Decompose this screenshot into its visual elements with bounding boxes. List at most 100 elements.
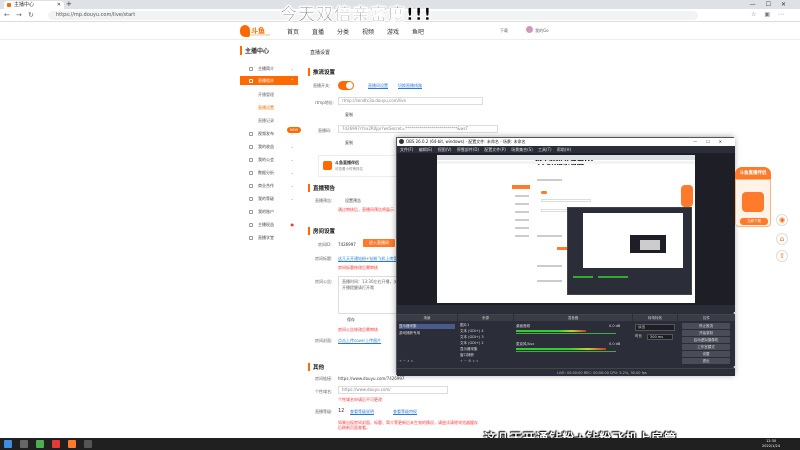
sources-dock-title: 来源 [458,315,513,321]
settings-button[interactable]: 设置 [682,351,730,357]
room-link-value[interactable]: https://www.douyu.com/7426997 [338,376,404,381]
source-item[interactable]: 文本 (GDI+) 3 [460,335,484,340]
transitions-dock-title: 转场特效 [633,315,677,321]
source-item[interactable]: 显示器采集 [460,347,478,352]
room-settings-link[interactable]: 直播间设置 [368,83,388,89]
back-icon[interactable]: ← [4,11,10,19]
sidebar-item-live-records[interactable]: 直播记录 [240,116,298,125]
window-controls[interactable]: —☐✕ [750,0,796,9]
sidebar-item-live-manage[interactable]: 开播管理 [240,90,298,99]
obs-menu-file[interactable]: 文件(F) [400,147,413,152]
obs-preview-area[interactable]: 今天双倍亲密度!!! [397,153,735,305]
live-helper-banner[interactable]: 斗鱼直播伴侣 可查看小时榜排名 [318,155,398,177]
rtmp-field[interactable]: rtmp://sendtc3a.douyu.com/live [338,97,483,105]
copy-code-button[interactable]: 复制 [345,140,353,146]
nav-game[interactable]: 游戏 [387,27,399,36]
obs-menu-view[interactable]: 视图(V) [438,147,452,152]
sidebar-item-data[interactable]: 数据分析 ⌄ [240,168,298,177]
enter-room-button[interactable]: 进入直播间 [363,239,395,247]
exit-button[interactable]: 退出 [682,358,730,364]
set-preview-link[interactable]: 设置预告 [345,198,361,204]
notice-save-button[interactable]: 保存 [347,317,355,323]
back-to-top-icon[interactable]: ⇧ [776,250,788,262]
obs-window-controls[interactable]: —☐✕ [693,138,731,146]
virtual-camera-button[interactable]: 启动虚拟摄像机 [682,337,730,343]
obs-menu-profile[interactable]: 配置文件(P) [484,147,506,152]
studio-mode-button[interactable]: 工作室模式 [682,344,730,350]
sidebar-item-rights[interactable]: 主播权益 ● [240,220,298,229]
scene-add-remove-icon[interactable]: + − ∧ ∨ [399,359,413,363]
start-icon[interactable] [4,440,12,448]
volume-slider[interactable] [516,351,616,352]
level-privilege-link[interactable]: 查看等级特权 [393,409,417,415]
scene-item[interactable]: 游戏捕获专用 [399,331,420,336]
live-toggle[interactable] [338,81,354,90]
transition-select[interactable]: 淡出 [635,324,675,331]
search-icon[interactable] [20,440,28,448]
sidebar-item-income[interactable]: 我的收益 ⌄ [240,142,298,151]
mixer-dock: 混音器 桌面音频 0.0 dB 麦克风/Aux 0.0 dB [514,314,632,366]
douyu-logo[interactable]: 斗鱼 DOUYU.COM [240,25,270,37]
avatar[interactable] [526,26,533,33]
home-icon[interactable]: ⌂ [776,233,788,245]
sidebar-item-level[interactable]: 我的等级 ⌄ [240,194,298,203]
level-info-link[interactable]: 查看等级说明 [350,409,374,415]
upload-cover-link[interactable]: 点击上传cover上传图片 [338,338,381,344]
volume-slider[interactable] [516,333,616,334]
source-item[interactable]: 文本 (GDI+) 4 [460,329,484,334]
new-tab-icon[interactable]: + [66,0,72,9]
stop-stream-button[interactable]: 停止推流 [682,323,730,329]
sidebar-item-school[interactable]: 直播学堂 [240,233,298,242]
scene-item[interactable]: 显示器采集 [399,324,455,329]
close-tab-icon[interactable]: ✕ [57,1,61,9]
source-item[interactable]: 文本 (GDI+) 2 [460,341,484,346]
nav-home[interactable]: 首页 [287,27,299,36]
nav-fishbar[interactable]: 鱼吧 [412,27,424,36]
sidebar-item-business[interactable]: 商业合作 ⌄ [240,181,298,190]
source-item[interactable]: 窗口捕获 [460,353,474,358]
side-orange-tool-icon[interactable]: ◉ [776,214,788,226]
nav-video[interactable]: 视频 [362,27,374,36]
sidebar-item-profile[interactable]: 主播简介 ⌄ [240,64,298,73]
douyu-app-icon[interactable] [68,440,76,448]
obs-menu-tools[interactable]: 工具(T) [538,147,552,152]
obs-titlebar[interactable]: OBS 26.0.2 (64-bit, windows) - 配置文件: 未命名… [397,138,735,146]
toggle-knob [346,82,353,89]
obs-taskbar-icon[interactable] [84,440,92,448]
preview-line [515,227,529,229]
duration-field[interactable]: 300 ms [647,334,673,340]
browser-tab[interactable]: 主播中心 ✕ [4,1,64,9]
sidebar-item-guild[interactable]: 我的公会 ⌄ [240,155,298,164]
room-name-value[interactable]: 这几天开通钻粉+钻粉飞机上房管 [338,256,397,262]
controls-dock: 控件 停止推流 开始录制 启动虚拟摄像机 工作室模式 设置 退出 [678,314,735,366]
sidebar-item-live-settings[interactable]: 直播设置 [240,103,298,112]
stream-code-field[interactable]: 7426997rYsx2R0jpr?wsSecret=*************… [338,125,498,133]
domain-field[interactable]: https://www.douyu.com/ [338,386,448,394]
source-item[interactable]: 图片1 [460,323,469,328]
obs-menu-edit[interactable]: 编辑(E) [419,147,433,152]
copy-rtmp-button[interactable]: 复制 [345,112,353,118]
app-icon[interactable] [52,440,60,448]
download-now-button[interactable]: 立即下载 [740,218,768,225]
start-recording-button[interactable]: 开始录制 [682,330,730,336]
switch-line-link[interactable]: 切换直播线路 [398,83,422,89]
reload-icon[interactable]: ↻ [28,11,34,19]
forward-icon[interactable]: → [16,11,22,19]
sidebar-item-account[interactable]: 我的账户 [240,207,298,216]
logo-subtext: DOUYU.COM [251,33,270,37]
source-add-remove-icon[interactable]: + − ⚙ ∧ ∨ [460,359,479,363]
obs-menu-help[interactable]: 帮助(H) [557,147,571,152]
download-link[interactable]: 下载 [500,28,508,34]
obs-menu-docks[interactable]: 停靠部件(D) [457,147,479,152]
browser-toolbar-icons[interactable]: ☆▣⋯ [751,11,792,18]
chrome-icon[interactable] [36,440,44,448]
username[interactable]: 我的Go [535,28,549,34]
sidebar-item-live[interactable]: 直播相关 ⌃ [240,76,298,85]
obs-menu-scenes[interactable]: 场景集合(S) [511,147,533,152]
nav-live[interactable]: 直播 [312,27,324,36]
live-helper-float-ad[interactable]: 斗鱼直播伴侣 立即下载 [735,167,771,229]
nav-category[interactable]: 分类 [337,27,349,36]
room-name-hint: 房间标题修改后需审核 [338,265,378,270]
obs-window[interactable]: OBS 26.0.2 (64-bit, windows) - 配置文件: 未命名… [396,137,735,376]
sidebar-item-label: 商业合作 [258,183,274,188]
